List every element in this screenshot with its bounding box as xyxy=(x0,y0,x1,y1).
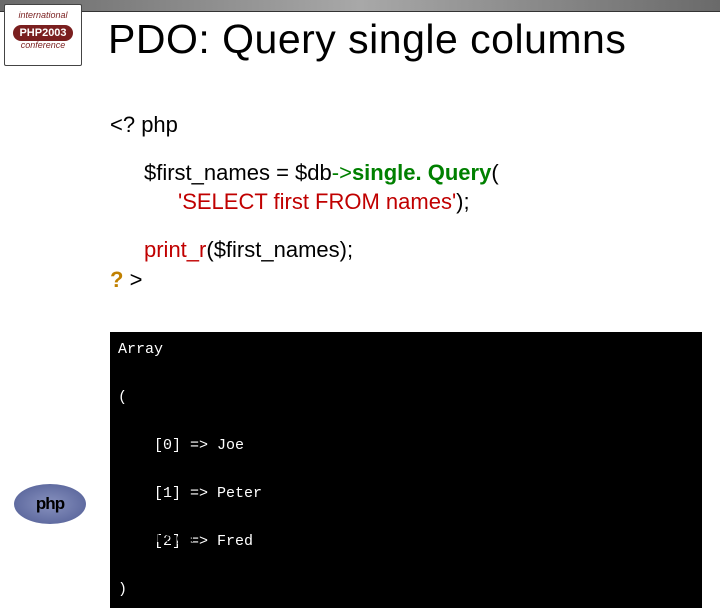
slide-title: PDO: Query single columns xyxy=(108,16,626,63)
php-logo-icon: php xyxy=(14,484,86,524)
print-func: print_r xyxy=(144,237,206,262)
conference-badge: international PHP2003 conference xyxy=(4,4,82,66)
badge-phpyear: PHP2003 xyxy=(13,25,72,41)
method-name: single. Query xyxy=(352,160,491,185)
code-line-query: $first_names = $db->single. Query( xyxy=(110,158,700,188)
arrow-operator: -> xyxy=(332,160,352,185)
php-open-tag: <? php xyxy=(110,110,700,140)
console-output: Array ( [0] => Joe [1] => Peter [2] => F… xyxy=(110,332,702,608)
footer-talk-title: PHP 5 and Databases xyxy=(110,530,702,545)
badge-line3: conference xyxy=(5,41,81,51)
code-line-sql: 'SELECT first FROM names'); xyxy=(110,187,700,217)
code-line-print: print_r($first_names); xyxy=(110,235,700,265)
badge-line1: international xyxy=(5,11,81,21)
code-var: $first_names xyxy=(144,160,270,185)
php-close-tag: ? > xyxy=(110,265,700,295)
footer-page-number: 31 xyxy=(688,530,702,545)
decorative-topbar xyxy=(0,0,720,12)
code-block: <? php $first_names = $db->single. Query… xyxy=(110,110,700,294)
sql-string: 'SELECT first FROM names' xyxy=(178,189,456,214)
